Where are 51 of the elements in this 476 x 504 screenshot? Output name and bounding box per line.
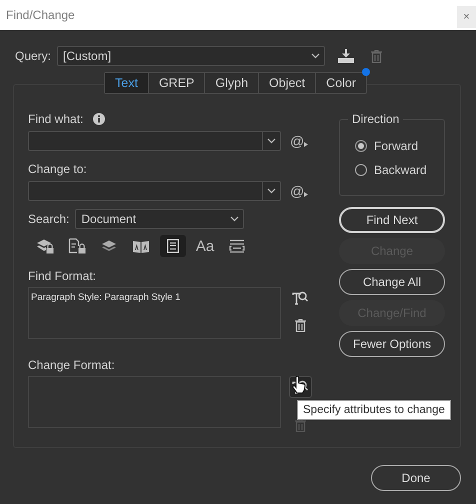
tab[interactable]: Text	[105, 73, 148, 93]
text-field[interactable]	[28, 181, 281, 201]
type-search-icon	[292, 380, 308, 394]
search-label: Search:	[28, 212, 70, 226]
tab[interactable]: GREP	[148, 73, 204, 93]
format-box: Paragraph Style: Paragraph Style 1	[28, 287, 281, 339]
caret-icon	[304, 142, 308, 146]
whole-word-icon	[229, 239, 245, 253]
action-button[interactable]: Change All	[339, 269, 445, 295]
layers-lock-icon	[36, 238, 54, 254]
tab[interactable]: Glyph	[204, 73, 258, 93]
format-label: Change Format:	[28, 358, 115, 372]
special-characters-button[interactable]: @	[290, 133, 308, 149]
radio-button[interactable]	[355, 140, 367, 152]
delete-format-button[interactable]	[294, 319, 306, 332]
trash-icon	[371, 50, 382, 62]
trash-icon	[294, 319, 306, 332]
group-title: Direction	[348, 112, 404, 126]
save-query-icon[interactable]	[337, 49, 356, 63]
chevron-down-icon	[310, 53, 320, 59]
layers-icon	[101, 239, 117, 253]
chevron-down-icon	[267, 138, 276, 144]
action-button[interactable]: Fewer Options	[339, 331, 445, 357]
tab[interactable]: Object	[258, 73, 316, 93]
hand-cursor-icon	[292, 376, 306, 394]
caret-icon	[304, 192, 308, 196]
tooltip: Specify attributes to change	[297, 400, 451, 420]
type-search-icon	[292, 290, 308, 306]
query-dropdown[interactable]: [Custom]	[57, 46, 326, 66]
radio-button[interactable]	[355, 164, 367, 176]
chevron-down-icon	[230, 216, 239, 222]
page-lines-icon	[167, 239, 179, 253]
pages-icon	[132, 238, 150, 254]
format-label: Find Format:	[28, 269, 96, 283]
close-button[interactable]: ×	[457, 6, 476, 28]
window-title: Find/Change	[6, 8, 75, 22]
info-icon	[93, 113, 106, 125]
text-field[interactable]	[28, 131, 281, 151]
done-button[interactable]: Done	[371, 465, 461, 491]
chevron-down-icon	[267, 188, 276, 194]
field-label: Change to:	[28, 162, 87, 176]
footnotes-toggle[interactable]	[160, 235, 186, 257]
case-sensitive-toggle[interactable]: Aa	[192, 235, 218, 257]
action-button[interactable]: Find Next	[339, 207, 445, 233]
special-characters-button[interactable]: @	[290, 183, 308, 199]
document-lock-icon	[68, 238, 86, 254]
query-label: Query:	[15, 49, 52, 63]
radio-label: Backward	[374, 163, 427, 177]
field-label: Find what:	[28, 112, 84, 126]
radio-label: Forward	[374, 139, 418, 153]
search-dropdown[interactable]: Document	[75, 209, 244, 229]
